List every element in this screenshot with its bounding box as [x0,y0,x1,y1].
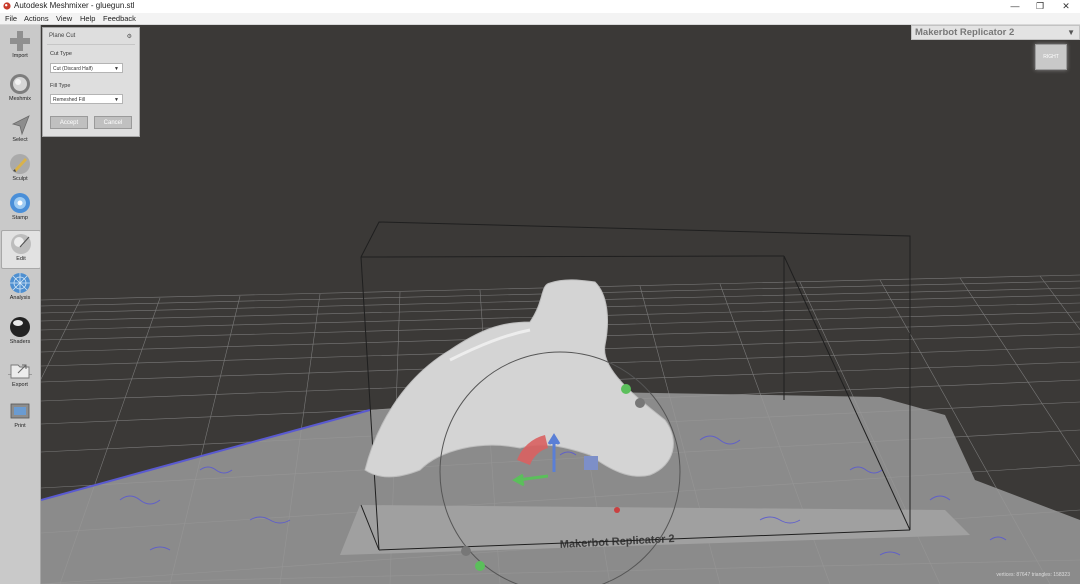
tool-import[interactable]: Import [1,30,39,59]
left-toolbar: Import Meshmix Select Sculpt Stamp Edit [0,25,41,584]
tool-analysis[interactable]: Analysis [1,272,39,301]
cut-type-value: Cut (Discard Half) [53,66,93,72]
tool-export[interactable]: Export [1,359,39,388]
analysis-sphere-icon [10,273,30,293]
panel-divider [47,44,135,45]
maximize-button[interactable]: ❐ [1029,0,1051,13]
tool-edit[interactable]: Edit [1,230,41,269]
plus-icon [10,31,30,51]
menu-feedback[interactable]: Feedback [103,14,136,23]
tool-label: Export [12,382,28,388]
tool-label: Edit [16,256,26,262]
3d-viewport[interactable]: Makerbot Replicator 2 [41,25,1080,584]
tool-shaders[interactable]: Shaders [1,316,39,345]
cancel-button[interactable]: Cancel [94,116,132,129]
view-cube-face-label: RIGHT [1043,54,1059,60]
folder-export-icon [10,364,30,379]
tool-meshmix[interactable]: Meshmix [1,73,39,102]
gluegun-mesh [364,279,674,478]
panel-title: Plane Cut [49,33,76,39]
accept-button[interactable]: Accept [50,116,88,129]
brush-icon [10,154,30,174]
tool-label: Select [12,137,28,143]
fill-type-value: Remeshed Fill [53,97,85,103]
meshmix-icon [10,74,30,94]
title-bar: Autodesk Meshmixer - gluegun.stl — ❐ ✕ [0,0,1080,13]
chevron-down-icon: ▼ [114,66,119,72]
stamp-icon [10,193,30,213]
menu-file[interactable]: File [5,14,17,23]
menu-view[interactable]: View [56,14,72,23]
window-title: Autodesk Meshmixer - gluegun.stl [14,1,135,10]
edit-sphere-icon [11,234,31,254]
tool-label: Shaders [9,339,31,345]
plane-cut-panel: Plane Cut ⚙ Cut Type Cut (Discard Half) … [42,27,140,137]
chevron-down-icon: ▼ [114,97,119,103]
tool-label: Print [14,423,26,429]
mesh-stats: vertices: 87647 triangles: 158323 [996,572,1070,578]
shader-sphere-icon [10,317,30,337]
printer-selected: Makerbot Replicator 2 [915,27,1015,38]
minimize-button[interactable]: — [1004,0,1026,13]
printer-icon [10,403,30,419]
tool-label: Stamp [12,215,28,221]
fill-type-dropdown[interactable]: Remeshed Fill ▼ [50,94,123,104]
tool-label: Import [12,53,28,59]
menu-actions[interactable]: Actions [24,14,49,23]
fill-type-label: Fill Type [50,83,71,89]
cut-type-label: Cut Type [50,51,72,57]
tool-print[interactable]: Print [1,400,39,429]
arrow-cursor-icon [11,115,30,136]
close-button[interactable]: ✕ [1055,0,1077,13]
tool-select[interactable]: Select [1,114,39,143]
scene-canvas: Makerbot Replicator 2 [41,221,1080,584]
printer-dropdown[interactable]: Makerbot Replicator 2 ▼ [911,25,1080,40]
cut-type-dropdown[interactable]: Cut (Discard Half) ▼ [50,63,123,73]
view-cube[interactable]: RIGHT [1035,44,1067,70]
meshmixer-app-icon [3,2,11,10]
tool-label: Meshmix [8,96,31,102]
tool-label: Analysis [9,295,31,301]
tool-stamp[interactable]: Stamp [1,192,39,221]
menu-bar: File Actions View Help Feedback [0,13,1080,25]
menu-help[interactable]: Help [80,14,95,23]
chevron-down-icon: ▼ [1067,28,1075,37]
tool-label: Sculpt [12,176,28,182]
settings-gear-icon[interactable]: ⚙ [127,33,132,40]
tool-sculpt[interactable]: Sculpt [1,153,39,182]
